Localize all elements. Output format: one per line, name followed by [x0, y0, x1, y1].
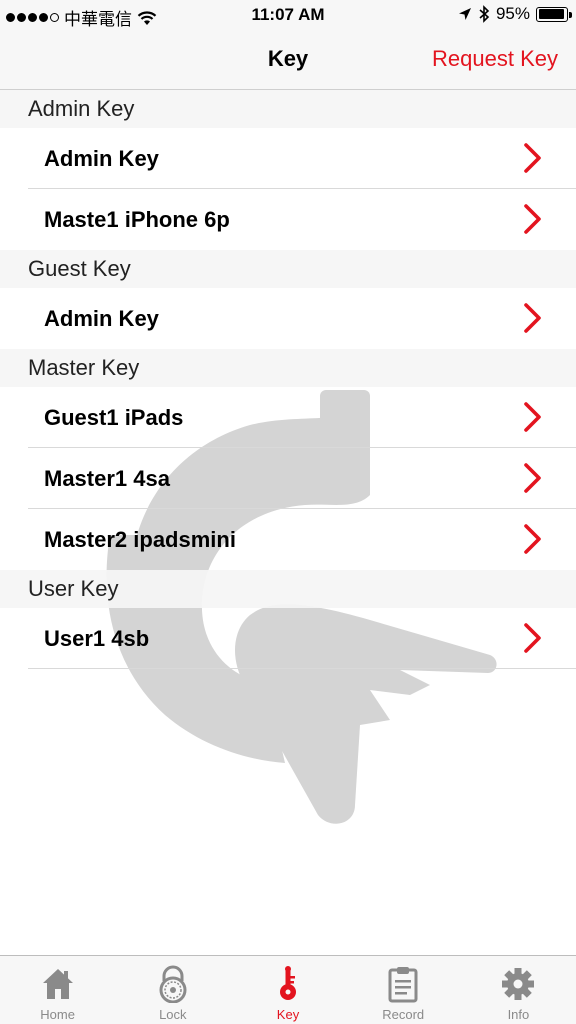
lock-icon — [155, 965, 191, 1004]
key-row-label: User1 4sb — [44, 626, 150, 651]
tab-home[interactable]: Home — [0, 956, 115, 1024]
clipboard-icon — [385, 965, 421, 1003]
tab-label: Info — [507, 1007, 530, 1022]
key-row[interactable]: Master1 4sa — [28, 448, 576, 509]
tab-label: Key — [276, 1007, 300, 1022]
tab-info[interactable]: Info — [461, 956, 576, 1024]
chevron-right-icon — [522, 142, 542, 174]
tab-label: Home — [40, 1007, 75, 1022]
bluetooth-icon — [479, 5, 490, 23]
tab-bar: Home Lock Key Record Info — [0, 955, 576, 1024]
chevron-right-icon — [522, 462, 542, 494]
key-row[interactable]: Guest1 iPads — [28, 387, 576, 448]
key-row-label: Guest1 iPads — [44, 405, 184, 430]
key-row-label: Master2 ipadsmini — [44, 527, 236, 552]
gear-icon — [500, 965, 536, 1003]
key-row[interactable]: Admin Key — [28, 128, 576, 189]
status-right: 95% — [458, 4, 572, 24]
battery-fill — [538, 9, 565, 19]
battery-percent: 95% — [495, 4, 530, 23]
battery-tip — [569, 11, 572, 18]
status-bar: 中華電信 11:07 AM 95% — [0, 0, 576, 30]
section-header: Guest Key — [0, 250, 576, 288]
key-row-label: Admin Key — [44, 306, 159, 331]
key-row-label: Maste1 iPhone 6p — [44, 207, 230, 232]
key-row-label: Admin Key — [44, 146, 159, 171]
section-header: Admin Key — [0, 90, 576, 128]
key-icon — [270, 965, 306, 1003]
tab-label: Lock — [159, 1007, 187, 1022]
request-key-button[interactable]: Request Key — [432, 46, 558, 72]
navigation-bar: Key Request Key — [0, 30, 576, 90]
chevron-right-icon — [522, 203, 542, 235]
chevron-right-icon — [522, 401, 542, 433]
section-header: User Key — [0, 570, 576, 608]
battery-icon — [536, 6, 572, 22]
chevron-right-icon — [522, 622, 542, 654]
section-header: Master Key — [0, 349, 576, 387]
key-row[interactable]: Admin Key — [28, 288, 576, 349]
key-row[interactable]: Maste1 iPhone 6p — [28, 189, 576, 250]
key-row[interactable]: User1 4sb — [28, 608, 576, 669]
key-list: Admin Key Admin Key Maste1 iPhone 6p Guest … — [0, 90, 576, 669]
tab-lock[interactable]: Lock — [115, 956, 230, 1024]
location-arrow-icon — [458, 8, 471, 20]
tab-record[interactable]: Record — [346, 956, 461, 1024]
key-row[interactable]: Master2 ipadsmini — [28, 509, 576, 570]
chevron-right-icon — [522, 523, 542, 555]
chevron-right-icon — [522, 302, 542, 334]
tab-label: Record — [382, 1007, 425, 1022]
home-icon — [40, 965, 76, 1003]
tab-key[interactable]: Key — [230, 956, 345, 1024]
key-row-label: Master1 4sa — [44, 466, 170, 491]
